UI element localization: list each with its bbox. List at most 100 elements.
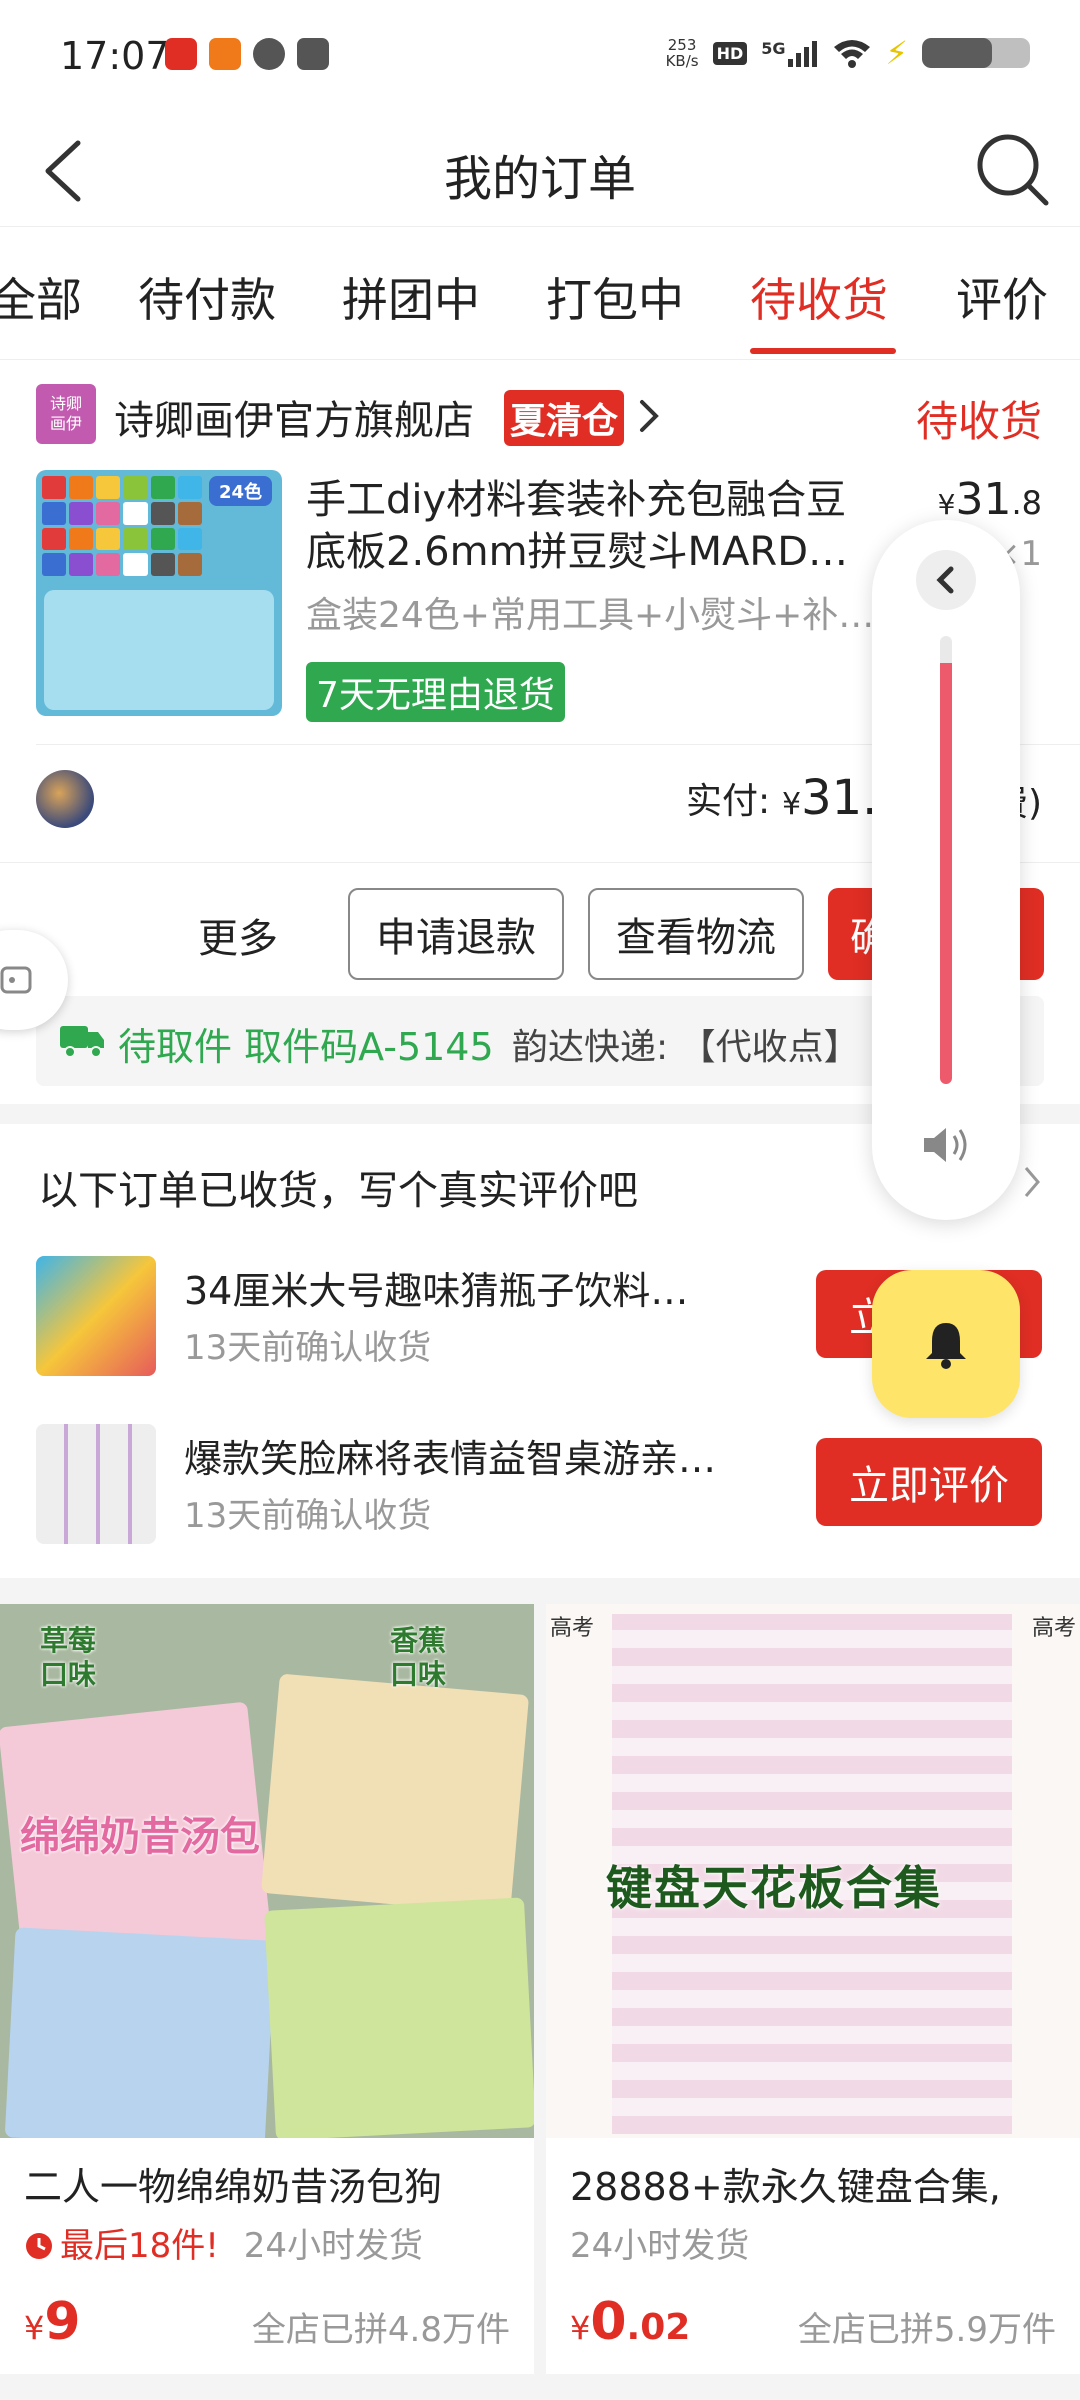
list-item[interactable]: 爆款笑脸麻将表情益智桌游亲… 13天前确认收货 立即评价: [0, 1424, 1080, 1564]
feed-card[interactable]: 草莓 口味 香蕉 口味 绵绵奶昔汤包 二人一物绵绵奶昔汤包狗 最后18件! 24…: [0, 1604, 534, 2374]
bead-swatch: [177, 527, 202, 551]
paid-currency: ¥: [782, 787, 802, 822]
chevron-right-icon[interactable]: [1022, 1164, 1042, 1200]
tab-pending-receipt[interactable]: 待收货: [750, 264, 888, 330]
app-notification-icon: [297, 38, 329, 70]
tab-all[interactable]: 全部: [0, 264, 82, 330]
bead-swatch: [123, 501, 148, 525]
net-speed-unit: KB/s: [665, 52, 699, 70]
status-bar: 17:07 253 KB/s HD 5G ⚡: [0, 0, 1080, 115]
feed-card-image: 高考 高考 键盘天花板合集: [546, 1604, 1080, 2138]
bell-icon: [926, 1323, 966, 1369]
app-notification-icon: [209, 38, 241, 70]
search-button[interactable]: [970, 127, 1054, 211]
store-name[interactable]: 诗卿画伊官方旗舰店: [114, 388, 474, 446]
product-title[interactable]: 手工diy材料套装补充包融合豆底板2.6mm拼豆熨斗MARD…: [306, 474, 876, 578]
bead-swatch: [96, 553, 121, 576]
volume-panel: [872, 520, 1020, 1220]
wifi-icon: [833, 40, 870, 68]
logistics-carrier: 韵达快递: 【代收点】: [512, 1027, 860, 1068]
price-int: 9: [44, 2292, 81, 2352]
tab-group-buy[interactable]: 拼团中: [342, 264, 480, 330]
price-int: 0: [590, 2292, 627, 2352]
bead-swatch: [150, 501, 175, 525]
tab-packing[interactable]: 打包中: [546, 264, 684, 330]
refund-button[interactable]: 申请退款: [348, 888, 564, 980]
feed-card-sold: 全店已拼4.8万件: [251, 2310, 510, 2350]
volume-slider[interactable]: [940, 636, 952, 1084]
box-text: 绵绵奶昔汤包: [20, 1814, 260, 1860]
bead-swatch: [42, 527, 67, 551]
shipping-info: 24小时发货: [570, 2226, 750, 2266]
status-time: 17:07: [60, 34, 170, 78]
feed-card[interactable]: 高考 高考 键盘天花板合集 28888+款永久键盘合集, 24小时发货 ¥0.0…: [546, 1604, 1080, 2374]
review-item-time: 13天前确认收货: [184, 1328, 432, 1368]
store-logo: 诗卿 画伊: [36, 384, 96, 444]
bead-swatch: [69, 553, 94, 576]
bead-swatch: [150, 476, 175, 499]
review-item-image: [36, 1424, 156, 1544]
bead-swatch: [123, 527, 148, 551]
status-indicators: 253 KB/s HD 5G ⚡: [666, 34, 1030, 72]
signal-icon: 5G: [761, 39, 817, 67]
notification-bell-button[interactable]: [872, 1270, 1020, 1418]
review-item-title: 爆款笑脸麻将表情益智桌游亲…: [184, 1437, 717, 1481]
tab-review[interactable]: 评价: [956, 264, 1048, 330]
hd-badge: HD: [712, 41, 748, 65]
review-item-image: [36, 1256, 156, 1376]
header: 我的订单: [0, 115, 1080, 227]
stock-warning: 最后18件!: [60, 2226, 219, 2266]
paid-amount: ¥31.: [782, 770, 877, 826]
app-notification-icon: [253, 38, 285, 70]
network-type: 5G: [761, 39, 786, 58]
bead-colors-image: [42, 476, 202, 576]
chevron-left-icon: [936, 566, 954, 594]
avatar: [36, 770, 94, 828]
feed-card-sold: 全店已拼5.9万件: [797, 2310, 1056, 2350]
shipping-info: 24小时发货: [243, 2226, 423, 2266]
feed-card-price: ¥0.02: [570, 2292, 690, 2352]
bead-swatch: [42, 476, 67, 499]
tool-kit-image: [44, 590, 274, 710]
speaker-icon[interactable]: [918, 1120, 974, 1170]
flavor-label: 香蕉 口味: [390, 1624, 447, 1691]
paid-label: 实付:: [686, 781, 771, 822]
product-image[interactable]: 24色: [36, 470, 282, 716]
bead-swatch: [96, 527, 121, 551]
image-caption: 高考: [550, 1616, 595, 1641]
product-price: ¥31.8: [938, 474, 1042, 525]
status-app-icons: [165, 38, 329, 70]
return-policy-badge: 7天无理由退货: [306, 662, 565, 722]
bead-swatch: [42, 553, 67, 576]
price-currency: ¥: [24, 2309, 45, 2347]
product-box-image: [4, 1927, 276, 2138]
page-title: 我的订单: [443, 151, 636, 207]
net-speed: 253 KB/s: [666, 37, 699, 69]
bead-swatch: [150, 527, 175, 551]
price-dec: .02: [626, 2307, 691, 2348]
view-logistics-button[interactable]: 查看物流: [588, 888, 804, 980]
write-review-button[interactable]: 立即评价: [816, 1438, 1042, 1526]
feed-card-title: 二人一物绵绵奶昔汤包狗: [24, 2165, 443, 2209]
charging-icon: ⚡: [885, 34, 908, 72]
paid-amount-value: 31.: [801, 770, 878, 826]
feed-card-meta: 24小时发货: [570, 2218, 749, 2267]
floating-tool-icon: [0, 966, 32, 994]
product-box-image: [264, 1897, 534, 2138]
clock-icon: [26, 2233, 52, 2259]
search-icon: [977, 134, 1049, 206]
chevron-right-icon[interactable]: [636, 396, 662, 436]
volume-collapse-button[interactable]: [916, 550, 976, 610]
more-button[interactable]: 更多: [198, 906, 278, 964]
bead-swatch: [177, 501, 202, 525]
order-tabs: 全部 待付款 拼团中 打包中 待收货 评价: [0, 228, 1080, 360]
bead-swatch: [177, 476, 202, 499]
bead-swatch: [69, 527, 94, 551]
price-currency: ¥: [937, 488, 956, 521]
truck-icon: [60, 1026, 104, 1058]
bead-swatch: [177, 553, 202, 576]
app-notification-icon: [165, 38, 197, 70]
bead-swatch: [96, 476, 121, 499]
tab-pending-payment[interactable]: 待付款: [138, 264, 276, 330]
review-item-title: 34厘米大号趣味猜瓶子饮料…: [184, 1269, 689, 1313]
